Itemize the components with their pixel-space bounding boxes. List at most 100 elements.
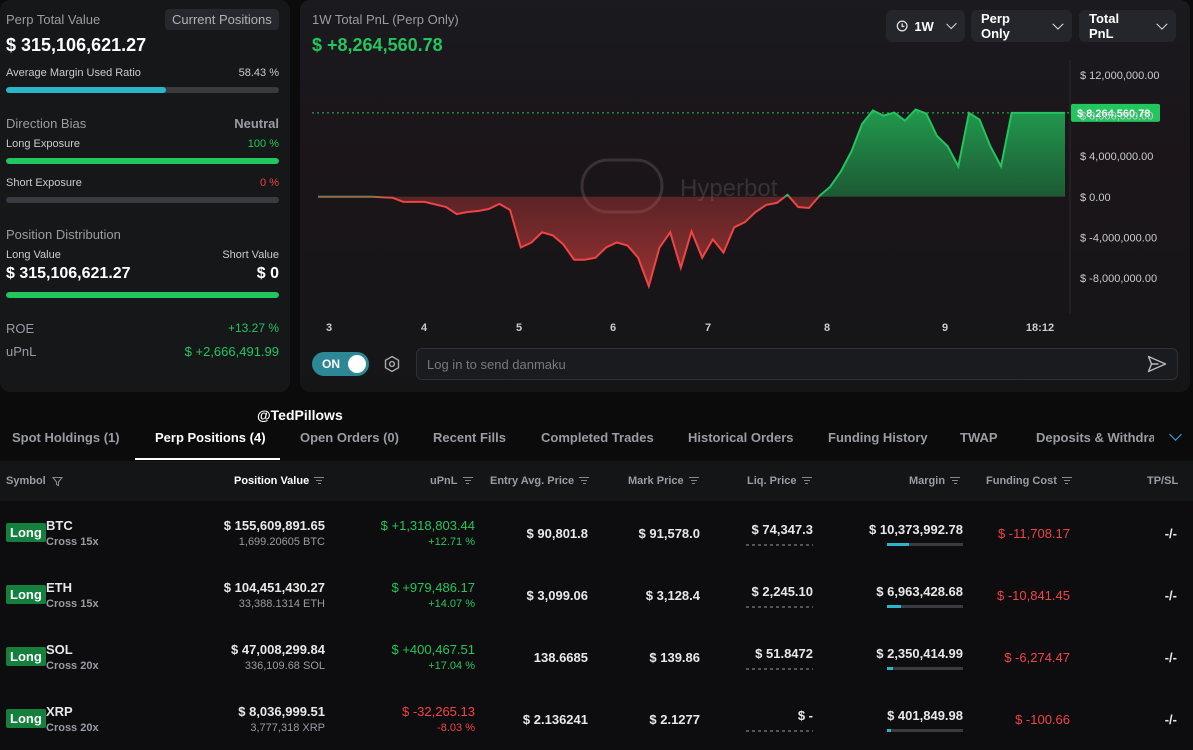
positions-table-header: Symbol Position Value uPnL Entry Avg. Pr… bbox=[0, 461, 1193, 501]
y-tick-label: $ -8,000,000.00 bbox=[1080, 273, 1157, 285]
x-tick-label: 3 bbox=[326, 322, 332, 334]
margin-ratio-bar bbox=[887, 605, 963, 608]
tab-twap[interactable]: TWAP bbox=[960, 430, 998, 445]
margin-ratio-fill bbox=[887, 729, 891, 732]
symbol[interactable]: BTC bbox=[46, 518, 73, 533]
position-value: $ 47,008,299.84 bbox=[231, 642, 325, 657]
margin-ratio-bar bbox=[887, 729, 963, 732]
direction-bias-value: Neutral bbox=[234, 116, 279, 131]
active-tab-underline bbox=[135, 458, 280, 460]
danmaku-toggle[interactable]: ON bbox=[312, 352, 369, 376]
direction-bias-label: Direction Bias bbox=[6, 116, 87, 131]
upnl-value: $ +2,666,491.99 bbox=[184, 344, 279, 359]
sort-icon[interactable] bbox=[1061, 476, 1072, 486]
avg-margin-label: Average Margin Used Ratio bbox=[6, 67, 141, 79]
tabs-bar: @TedPillows Spot Holdings (1) Perp Posit… bbox=[0, 400, 1193, 460]
header-entry-price[interactable]: Entry Avg. Price bbox=[490, 475, 590, 487]
side-badge: Long bbox=[6, 647, 46, 666]
leverage: Cross 20x bbox=[46, 722, 99, 734]
mark-price: $ 3,128.4 bbox=[645, 588, 700, 603]
header-position-value[interactable]: Position Value bbox=[234, 475, 325, 487]
position-value: $ 155,609,891.65 bbox=[223, 518, 325, 533]
position-value: $ 8,036,999.51 bbox=[238, 704, 325, 719]
position-size: 3,777,318 XRP bbox=[250, 722, 325, 734]
sort-icon[interactable] bbox=[688, 476, 699, 486]
entry-price: $ 90,801.8 bbox=[526, 526, 588, 541]
tab-completed-trades[interactable]: Completed Trades bbox=[541, 430, 654, 445]
tabs-more-chevron-icon[interactable] bbox=[1169, 428, 1182, 441]
table-row[interactable]: Long BTC Cross 15x $ 155,609,891.65 1,699.20… bbox=[0, 502, 1193, 564]
position-value: $ 104,451,430.27 bbox=[223, 580, 325, 595]
side-badge: Long bbox=[6, 585, 46, 604]
side-badge: Long bbox=[6, 709, 46, 728]
margin-ratio-fill bbox=[887, 605, 902, 608]
funding-cost: $ -10,841.45 bbox=[996, 588, 1070, 603]
header-margin[interactable]: Margin bbox=[909, 475, 961, 487]
x-tick-label: 5 bbox=[516, 322, 522, 334]
liq-distance-bar bbox=[746, 730, 813, 732]
mark-price: $ 91,578.0 bbox=[638, 526, 700, 541]
margin-value: $ 401,849.98 bbox=[887, 708, 963, 723]
liq-distance-bar bbox=[746, 544, 813, 546]
table-row[interactable]: Long SOL Cross 20x $ 47,008,299.84 336,109.6… bbox=[0, 626, 1193, 688]
sort-icon[interactable] bbox=[314, 476, 325, 486]
x-tick-label: 6 bbox=[610, 322, 616, 334]
watermark-handle: @TedPillows bbox=[257, 407, 343, 423]
margin-ratio-bar bbox=[887, 543, 963, 546]
table-row[interactable]: Long ETH Cross 15x $ 104,451,430.27 33,388.1… bbox=[0, 564, 1193, 626]
danmaku-toggle-label: ON bbox=[322, 357, 340, 371]
liq-distance-bar bbox=[746, 606, 813, 608]
entry-price: 138.6685 bbox=[533, 650, 588, 665]
header-liq-price[interactable]: Liq. Price bbox=[747, 475, 812, 487]
x-tick-label: 18:12 bbox=[1026, 322, 1054, 334]
tab-spot-holdings[interactable]: Spot Holdings (1) bbox=[12, 430, 120, 445]
tab-recent-fills[interactable]: Recent Fills bbox=[433, 430, 506, 445]
tab-funding-history[interactable]: Funding History bbox=[828, 430, 928, 445]
send-icon[interactable] bbox=[1147, 355, 1167, 373]
header-upnl[interactable]: uPnL bbox=[430, 475, 473, 487]
long-exposure-bar bbox=[6, 158, 279, 164]
sort-icon[interactable] bbox=[801, 476, 812, 486]
tpsl-value[interactable]: -/- bbox=[1165, 526, 1177, 541]
upnl-value: $ -32,265.13 bbox=[401, 704, 475, 719]
header-symbol[interactable]: Symbol bbox=[6, 475, 63, 487]
header-mark-price[interactable]: Mark Price bbox=[628, 475, 699, 487]
tab-perp-positions[interactable]: Perp Positions (4) bbox=[155, 430, 266, 445]
long-exposure-label: Long Exposure bbox=[6, 138, 80, 150]
current-positions-button[interactable]: Current Positions bbox=[165, 9, 279, 30]
leverage: Cross 15x bbox=[46, 598, 99, 610]
danmaku-input[interactable]: Log in to send danmaku bbox=[416, 348, 1178, 380]
x-tick-label: 9 bbox=[942, 322, 948, 334]
symbol[interactable]: XRP bbox=[46, 704, 73, 719]
sort-icon[interactable] bbox=[579, 476, 590, 486]
tab-deposits-withdraw[interactable]: Deposits & Withdraw bbox=[1036, 430, 1154, 445]
negative-area bbox=[371, 196, 819, 287]
position-distribution-bar bbox=[6, 292, 279, 298]
avg-margin-bar bbox=[6, 87, 279, 93]
symbol[interactable]: ETH bbox=[46, 580, 72, 595]
position-size: 336,109.68 SOL bbox=[244, 660, 325, 672]
short-exposure-value: 0 % bbox=[260, 177, 279, 189]
roe-value: +13.27 % bbox=[227, 321, 279, 335]
symbol[interactable]: SOL bbox=[46, 642, 73, 657]
mark-price: $ 2.1277 bbox=[649, 712, 700, 727]
position-distribution-label: Position Distribution bbox=[6, 227, 121, 242]
tab-historical-orders[interactable]: Historical Orders bbox=[688, 430, 794, 445]
tpsl-value[interactable]: -/- bbox=[1165, 588, 1177, 603]
tab-open-orders[interactable]: Open Orders (0) bbox=[300, 430, 399, 445]
upnl-percent: +12.71 % bbox=[428, 536, 475, 548]
tpsl-value[interactable]: -/- bbox=[1165, 712, 1177, 727]
sort-icon[interactable] bbox=[950, 476, 961, 486]
danmaku-placeholder: Log in to send danmaku bbox=[427, 357, 566, 372]
entry-price: $ 3,099.06 bbox=[526, 588, 588, 603]
liq-price: $ 2,245.10 bbox=[751, 584, 813, 599]
margin-ratio-fill bbox=[887, 667, 894, 670]
tpsl-value[interactable]: -/- bbox=[1165, 650, 1177, 665]
sort-icon[interactable] bbox=[462, 476, 473, 486]
long-value-label: Long Value bbox=[6, 249, 61, 261]
filter-icon[interactable] bbox=[51, 476, 63, 487]
header-funding-cost[interactable]: Funding Cost bbox=[986, 475, 1072, 487]
y-tick-label: $ 0.00 bbox=[1080, 192, 1111, 204]
long-value: $ 315,106,621.27 bbox=[6, 265, 131, 282]
settings-icon[interactable] bbox=[383, 355, 401, 373]
